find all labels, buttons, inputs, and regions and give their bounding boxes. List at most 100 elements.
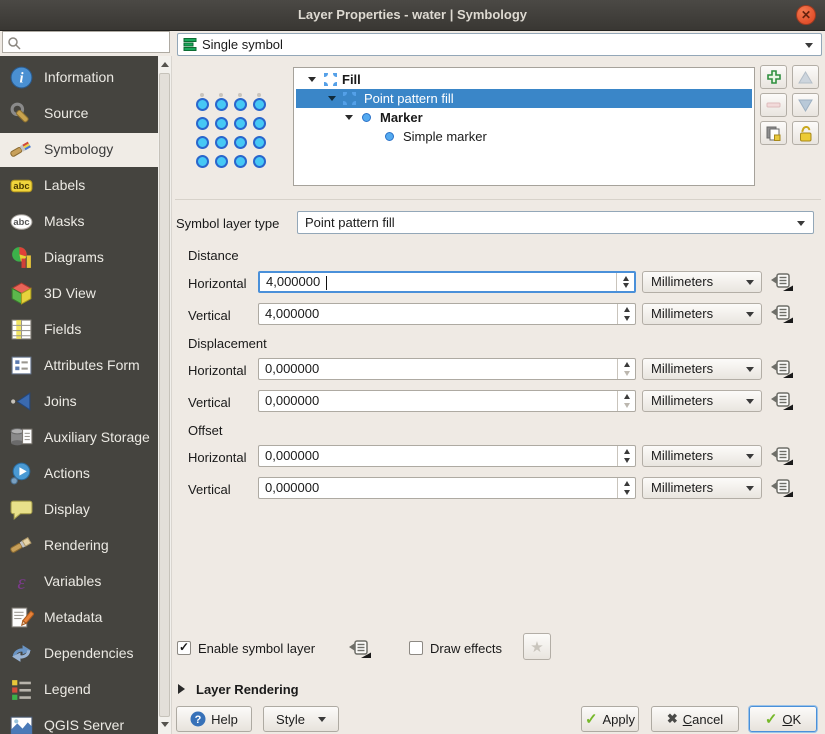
sidebar-item-attributes-form[interactable]: Attributes Form [0, 349, 158, 383]
scroll-down-icon[interactable] [161, 722, 169, 727]
arrow-up-icon [798, 71, 813, 84]
spinner-buttons[interactable] [617, 446, 635, 466]
sidebar-item-metadata[interactable]: Metadata [0, 601, 158, 635]
scroll-up-icon[interactable] [161, 62, 169, 67]
data-defined-override-button[interactable] [770, 304, 794, 324]
offset-vertical-unit-select[interactable]: Millimeters [642, 477, 762, 499]
help-icon: ? [190, 711, 206, 727]
spinner-buttons[interactable] [617, 478, 635, 498]
offset-vertical-input[interactable]: 0,000000 [258, 477, 636, 499]
sidebar-item-legend[interactable]: Legend [0, 673, 158, 707]
data-defined-override-button[interactable] [770, 272, 794, 292]
spin-down-icon [624, 371, 630, 376]
distance-horizontal-unit-select[interactable]: Millimeters [642, 271, 762, 293]
sidebar-item-masks[interactable]: abc Masks [0, 205, 158, 239]
text-caret [326, 276, 327, 290]
move-down-button[interactable] [792, 93, 819, 117]
spinner-buttons[interactable] [617, 304, 635, 324]
sidebar-item-labels[interactable]: abc Labels [0, 169, 158, 203]
scrollbar-thumb[interactable] [159, 73, 170, 717]
sidebar-item-source[interactable]: Source [0, 97, 158, 131]
offset-horizontal-input[interactable]: 0,000000 [258, 445, 636, 467]
style-button[interactable]: Style [263, 706, 339, 732]
help-button[interactable]: ? Help [176, 706, 252, 732]
close-icon[interactable]: ✕ [796, 5, 816, 25]
move-up-button[interactable] [792, 65, 819, 89]
sidebar-item-display[interactable]: Display [0, 493, 158, 527]
sidebar-item-fields[interactable]: Fields [0, 313, 158, 347]
duplicate-symbol-layer-button[interactable] [760, 121, 787, 145]
distance-horizontal-input[interactable]: 4,000000 [258, 271, 636, 293]
displacement-vertical-unit-select[interactable]: Millimeters [642, 390, 762, 412]
displacement-horizontal-input[interactable]: 0,000000 [258, 358, 636, 380]
chevron-down-icon [746, 367, 754, 372]
expand-icon[interactable] [345, 115, 353, 120]
enable-symbol-layer-label: Enable symbol layer [198, 641, 315, 656]
sidebar-item-rendering[interactable]: Rendering [0, 529, 158, 563]
sidebar-scrollbar[interactable] [158, 56, 172, 734]
apply-button[interactable]: ✓ Apply [581, 706, 639, 732]
source-icon [9, 101, 34, 126]
symbol-layer-type-select[interactable]: Point pattern fill [297, 211, 814, 234]
fields-icon [9, 317, 34, 342]
tree-row-simple-marker[interactable]: Simple marker [294, 127, 754, 146]
data-defined-override-button[interactable] [770, 359, 794, 379]
spin-up-icon [624, 362, 630, 367]
svg-text:?: ? [195, 714, 202, 726]
distance-vertical-input[interactable]: 4,000000 [258, 303, 636, 325]
arrow-down-icon [798, 99, 813, 112]
sidebar-item-dependencies[interactable]: Dependencies [0, 637, 158, 671]
ok-button[interactable]: ✓ OK [749, 706, 817, 732]
sidebar-item-symbology[interactable]: Symbology [0, 133, 158, 167]
sidebar-item-joins[interactable]: Joins [0, 385, 158, 419]
titlebar[interactable]: Layer Properties - water | Symbology ✕ [0, 0, 825, 31]
sidebar-item-actions[interactable]: Actions [0, 457, 158, 491]
add-symbol-layer-button[interactable] [760, 65, 787, 89]
tree-row-fill[interactable]: Fill [294, 70, 754, 89]
layer-rendering-label[interactable]: Layer Rendering [196, 682, 299, 697]
joins-icon [9, 389, 34, 414]
sidebar-item-variables[interactable]: ε Variables [0, 565, 158, 599]
tree-row-point-pattern-fill[interactable]: Point pattern fill [296, 89, 752, 108]
spinner-buttons[interactable] [616, 273, 634, 291]
displacement-vertical-input[interactable]: 0,000000 [258, 390, 636, 412]
data-defined-override-button[interactable] [348, 639, 372, 659]
tree-row-marker[interactable]: Marker [294, 108, 754, 127]
draw-effects-checkbox[interactable] [409, 641, 423, 655]
sidebar-item-information[interactable]: i Information [0, 61, 158, 95]
remove-symbol-layer-button[interactable] [760, 93, 787, 117]
renderer-value: Single symbol [202, 37, 283, 52]
sidebar-item-3d-view[interactable]: 3D View [0, 277, 158, 311]
offset-horizontal-unit-select[interactable]: Millimeters [642, 445, 762, 467]
spin-up-icon [623, 276, 629, 281]
spinner-buttons[interactable] [617, 391, 635, 411]
displacement-group-label: Displacement [188, 336, 267, 351]
customize-effects-button[interactable]: ★ [523, 633, 551, 660]
enable-symbol-layer-checkbox[interactable]: ✓ [177, 641, 191, 655]
lock-color-button[interactable] [792, 121, 819, 145]
data-defined-override-button[interactable] [770, 391, 794, 411]
sidebar: i Information Source Symbology abc Label… [0, 56, 158, 734]
duplicate-icon [765, 125, 782, 142]
cancel-button[interactable]: ✖ Cancel [651, 706, 739, 732]
sidebar-item-auxiliary-storage[interactable]: Auxiliary Storage [0, 421, 158, 455]
spin-down-icon [624, 316, 630, 321]
sidebar-item-diagrams[interactable]: Diagrams [0, 241, 158, 275]
expand-icon[interactable] [328, 96, 336, 101]
displacement-horizontal-unit-select[interactable]: Millimeters [642, 358, 762, 380]
displacement-vertical-label: Vertical [188, 395, 231, 410]
renderer-select[interactable]: Single symbol [177, 33, 822, 56]
distance-vertical-unit-select[interactable]: Millimeters [642, 303, 762, 325]
data-defined-override-button[interactable] [770, 478, 794, 498]
sidebar-item-qgis-server[interactable]: QGIS Server [0, 709, 158, 734]
expand-icon[interactable] [308, 77, 316, 82]
spinner-buttons[interactable] [617, 359, 635, 379]
lock-open-icon [798, 125, 814, 142]
collapse-arrow-icon[interactable] [178, 684, 185, 694]
variables-icon: ε [9, 569, 34, 594]
search-input[interactable] [2, 31, 170, 53]
qgis-server-icon [9, 713, 34, 734]
diagrams-icon [9, 245, 34, 270]
check-icon: ✓ [585, 712, 598, 727]
data-defined-override-button[interactable] [770, 446, 794, 466]
